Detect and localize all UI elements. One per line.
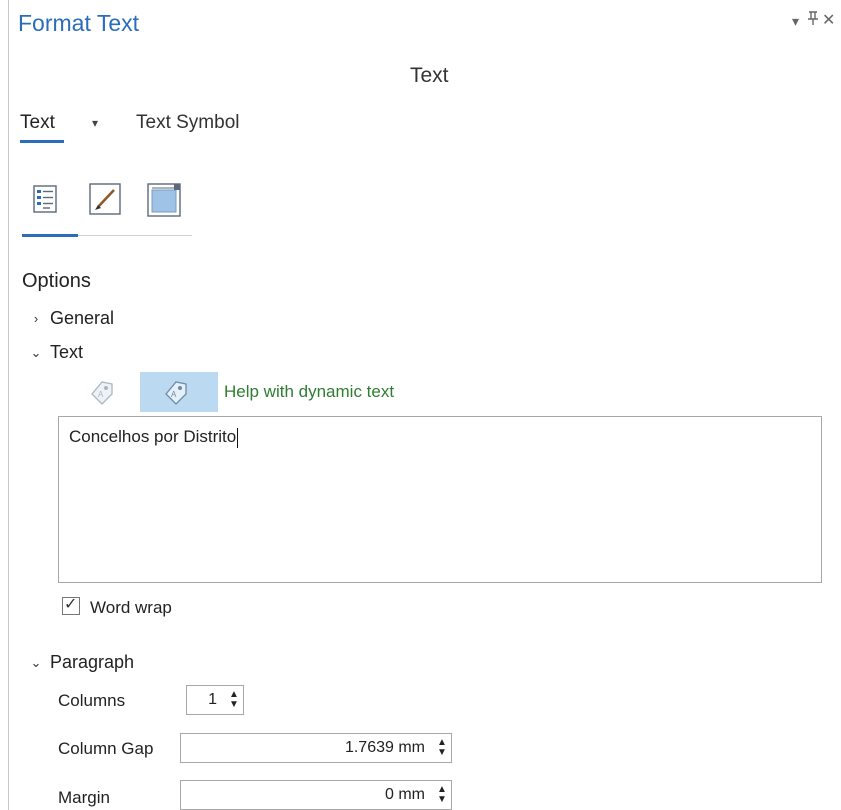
general-expander[interactable]: › General: [30, 308, 114, 329]
chevron-down-icon: ⌄: [30, 654, 42, 670]
options-heading: Options: [22, 270, 91, 292]
text-properties-icon[interactable]: [28, 180, 68, 220]
spinner-arrows-icon[interactable]: ▲ ▼: [433, 781, 451, 809]
background-frame-icon[interactable]: [144, 180, 184, 220]
spinner-arrows-icon[interactable]: ▲ ▼: [433, 734, 451, 762]
column-gap-value: 1.7639 mm: [344, 739, 425, 756]
tab-text[interactable]: Text: [20, 112, 55, 134]
columns-label: Columns: [58, 691, 126, 710]
close-icon[interactable]: ✕: [822, 10, 835, 30]
pane-title: Format Text: [18, 10, 139, 36]
general-label: General: [50, 308, 115, 328]
columns-value: 1: [208, 691, 217, 708]
tab-dropdown-chevron-icon[interactable]: ▾: [92, 116, 98, 130]
icon-tab-active-indicator: [22, 234, 78, 237]
format-header-title: Text: [410, 64, 449, 87]
spinner-arrows-icon[interactable]: ▲ ▼: [225, 686, 243, 714]
brush-icon[interactable]: [86, 180, 126, 220]
column-gap-stepper[interactable]: 1.7639 mm ▲ ▼: [180, 733, 452, 763]
word-wrap-label: Word wrap: [90, 598, 172, 617]
svg-text:A: A: [98, 390, 104, 399]
pin-icon[interactable]: [806, 10, 820, 31]
text-content-value: Concelhos por Distrito: [69, 427, 237, 446]
svg-text:A: A: [171, 390, 177, 399]
pane-menu-dropdown-icon[interactable]: ▾: [792, 13, 799, 30]
help-dynamic-text-link[interactable]: Help with dynamic text: [224, 382, 394, 402]
text-content-area[interactable]: Concelhos por Distrito: [58, 416, 822, 583]
icon-tab-divider: [78, 235, 192, 236]
columns-stepper[interactable]: 1 ▲ ▼: [186, 685, 244, 715]
paragraph-expander[interactable]: ⌄ Paragraph: [30, 652, 135, 673]
text-section-label: Text: [50, 342, 84, 362]
insert-dynamic-text-button[interactable]: A: [140, 372, 218, 412]
insert-text-tag-button[interactable]: A: [80, 372, 124, 412]
text-caret: [237, 427, 239, 448]
checkmark-icon: ✓: [64, 596, 78, 613]
chevron-down-icon: ⌄: [30, 344, 42, 360]
margin-value: 0 mm: [385, 786, 425, 803]
margin-stepper[interactable]: 0 mm ▲ ▼: [180, 780, 452, 810]
tab-text-active-indicator: [20, 140, 64, 143]
pane-left-border: [8, 0, 9, 810]
paragraph-label: Paragraph: [50, 652, 135, 672]
tab-text-symbol[interactable]: Text Symbol: [136, 112, 239, 134]
column-gap-label: Column Gap: [58, 739, 154, 758]
chevron-right-icon: ›: [33, 311, 39, 326]
margin-label: Margin: [58, 788, 110, 807]
text-expander[interactable]: ⌄ Text: [30, 342, 83, 363]
